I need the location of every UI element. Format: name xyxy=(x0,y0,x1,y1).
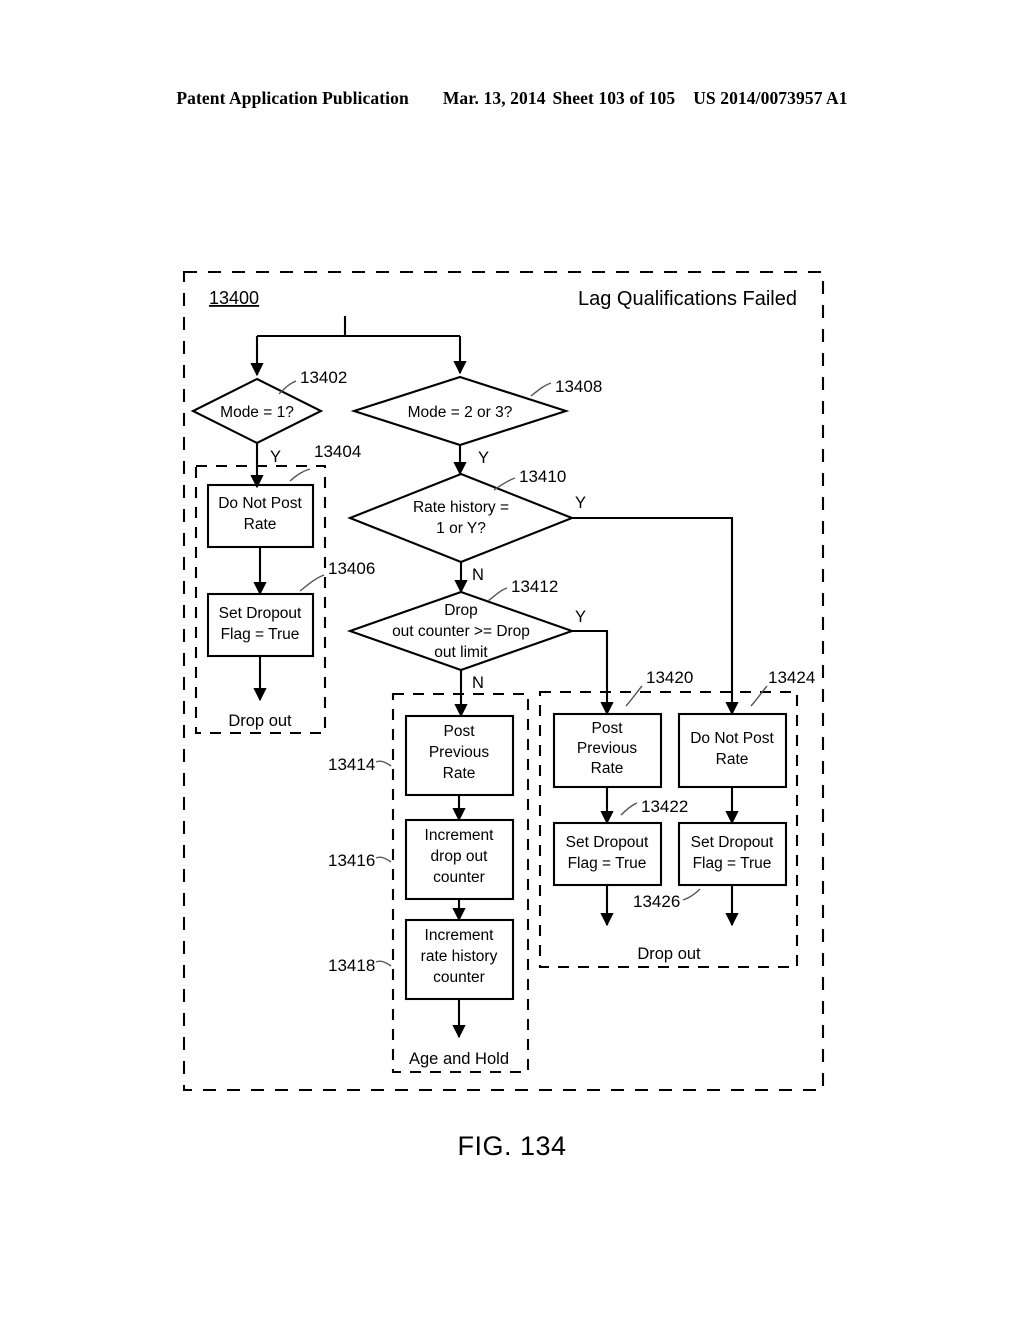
process-post-previous-rate-middle-line1: Post xyxy=(443,723,475,740)
process-increment-dropout-counter-line1: Increment xyxy=(425,827,495,844)
ref-13420: 13420 xyxy=(646,668,693,687)
ref-13424: 13424 xyxy=(768,668,815,687)
ref-13402: 13402 xyxy=(300,368,347,387)
process-set-dropout-flag-right-b xyxy=(677,821,788,887)
group-right-dropout-label: Drop out xyxy=(637,945,701,963)
leader-13404 xyxy=(289,468,311,482)
process-set-dropout-flag-right-a-line1: Set Dropout xyxy=(566,834,649,851)
leader-13410 xyxy=(493,477,516,491)
process-set-dropout-flag-left-line2: Flag = True xyxy=(221,626,300,643)
ref-13404: 13404 xyxy=(314,442,361,461)
process-do-not-post-rate-right-line2: Rate xyxy=(716,751,749,768)
process-set-dropout-flag-left-line1: Set Dropout xyxy=(219,605,302,622)
process-increment-rate-history-counter-line1: Increment xyxy=(425,927,495,944)
leader-13406 xyxy=(299,574,325,592)
ref-13406: 13406 xyxy=(328,559,375,578)
decision-rate-history xyxy=(347,472,575,564)
process-do-not-post-rate-left-line2: Rate xyxy=(244,516,277,533)
diagram-title: Lag Qualifications Failed xyxy=(578,288,797,310)
ref-13410: 13410 xyxy=(519,467,566,486)
process-post-previous-rate-right-line3: Rate xyxy=(591,760,624,777)
process-do-not-post-rate-right-line1: Do Not Post xyxy=(690,730,774,747)
leader-13420 xyxy=(625,685,643,707)
process-set-dropout-flag-right-b-line2: Flag = True xyxy=(693,855,772,872)
decision-dropout-counter-line3: out limit xyxy=(434,644,488,661)
group-age-and-hold-label: Age and Hold xyxy=(409,1050,509,1068)
label-mode23-yes: Y xyxy=(478,449,489,467)
leader-13412 xyxy=(487,587,508,602)
process-set-dropout-flag-right-a-line2: Flag = True xyxy=(568,855,647,872)
decision-dropout-counter-line1: Drop xyxy=(444,602,478,619)
process-set-dropout-flag-right-a xyxy=(552,821,663,887)
decision-mode-equals-1-label: Mode = 1? xyxy=(220,404,294,421)
ref-13408: 13408 xyxy=(555,377,602,396)
leader-13408 xyxy=(530,382,552,397)
flowchart: 13400 Lag Qualifications Failed Mode = 1… xyxy=(182,270,825,1092)
process-set-dropout-flag-right-b-line1: Set Dropout xyxy=(691,834,774,851)
leader-13402 xyxy=(278,380,297,395)
process-post-previous-rate-right-line1: Post xyxy=(591,720,623,737)
label-dropcnt-no: N xyxy=(472,674,484,692)
label-dropcnt-yes: Y xyxy=(575,608,586,626)
process-increment-dropout-counter-line3: counter xyxy=(433,869,485,886)
ref-13412: 13412 xyxy=(511,577,558,596)
leader-13416 xyxy=(375,856,392,863)
decision-mode-2-or-3-label: Mode = 2 or 3? xyxy=(408,404,513,421)
process-post-previous-rate-right-line2: Previous xyxy=(577,740,638,757)
leader-13414 xyxy=(375,760,392,767)
group-left-dropout-label: Drop out xyxy=(228,712,292,730)
label-ratehist-yes: Y xyxy=(575,494,586,512)
process-increment-dropout-counter-line2: drop out xyxy=(431,848,489,865)
edge-dropcnt-yes xyxy=(572,629,614,716)
decision-dropout-counter-line2: out counter >= Drop xyxy=(392,623,530,640)
process-increment-rate-history-counter-line2: rate history xyxy=(421,948,498,965)
label-ratehist-no: N xyxy=(472,566,484,584)
process-post-previous-rate-middle-line3: Rate xyxy=(443,765,476,782)
leader-13418 xyxy=(375,960,392,967)
figure-caption: FIG. 134 xyxy=(457,1131,567,1161)
ref-13418: 13418 xyxy=(328,956,375,975)
process-post-previous-rate-middle-line2: Previous xyxy=(429,744,490,761)
process-increment-rate-history-counter-line3: counter xyxy=(433,969,485,986)
diagram-id-label: 13400 xyxy=(209,288,259,308)
process-set-dropout-flag-left xyxy=(206,592,315,658)
label-mode1-yes: Y xyxy=(270,448,281,466)
decision-rate-history-line1: Rate history = xyxy=(413,499,509,516)
ref-13416: 13416 xyxy=(328,851,375,870)
ref-13414: 13414 xyxy=(328,755,375,774)
leader-13424 xyxy=(750,685,768,707)
ref-13422: 13422 xyxy=(641,797,688,816)
decision-rate-history-line2: 1 or Y? xyxy=(436,520,486,537)
leader-13422 xyxy=(620,802,638,816)
ref-13426: 13426 xyxy=(633,892,680,911)
patent-sheet: Patent Application Publication Mar. 13, 2… xyxy=(0,0,1024,1320)
leader-13426 xyxy=(682,888,701,901)
process-do-not-post-rate-left-line1: Do Not Post xyxy=(218,495,302,512)
